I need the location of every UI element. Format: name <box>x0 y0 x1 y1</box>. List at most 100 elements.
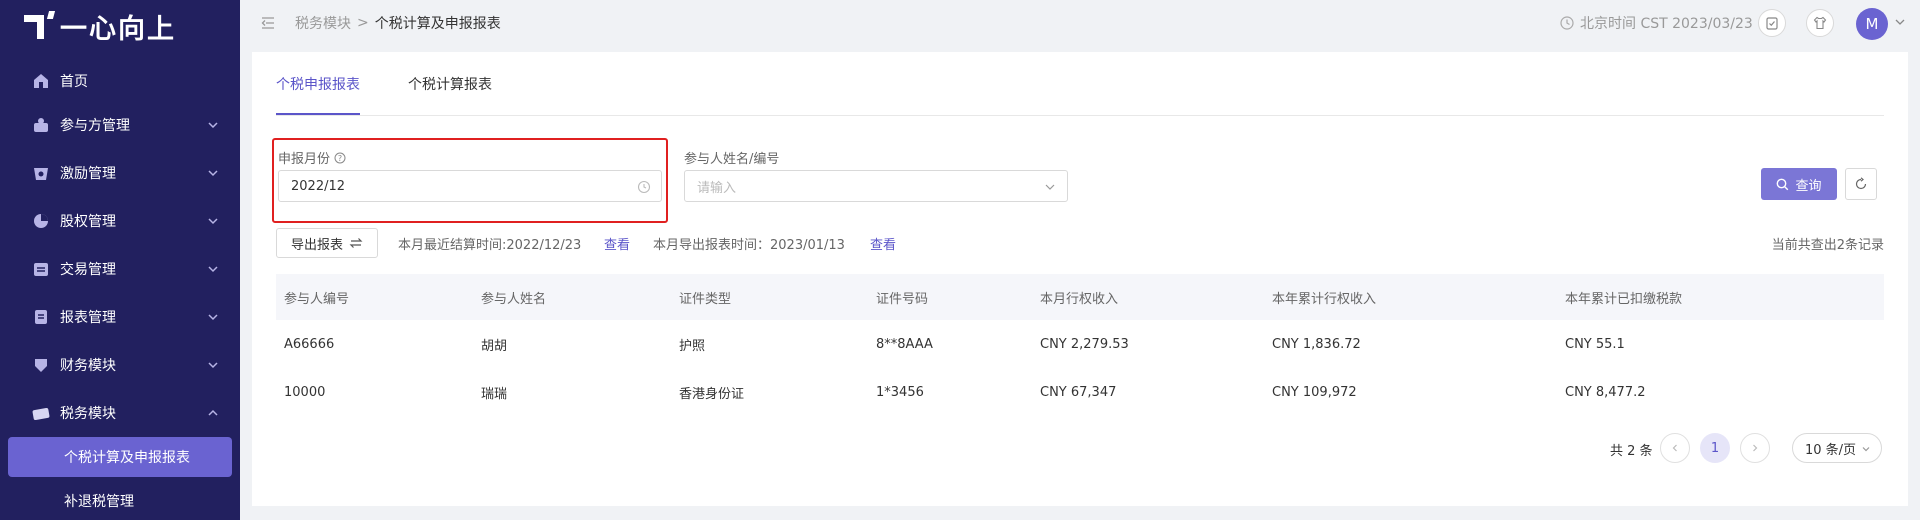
next-page-button[interactable] <box>1740 433 1770 463</box>
sidebar-item-home[interactable]: 首页 <box>0 61 240 101</box>
total-records-text: 当前共查出2条记录 <box>1771 238 1884 253</box>
chevron-down-icon <box>208 122 218 129</box>
view-settle-link[interactable]: 查看 <box>604 234 630 253</box>
time-label: 北京时间 CST 2023/03/23 <box>1580 16 1753 32</box>
main-card: 个税申报报表 个税计算报表 申报月份 ? 2022/12 参与人姓名/编号 请输… <box>252 52 1908 506</box>
sidebar-item-finance[interactable]: 财务模块 <box>0 345 240 385</box>
sidebar-item-label: 参与方管理 <box>60 118 130 134</box>
chevron-down-icon <box>208 362 218 369</box>
table-cell: CNY 8,477.2 <box>1565 384 1646 400</box>
avatar[interactable]: M <box>1856 8 1888 40</box>
logo-text: 一心向上 <box>60 13 176 45</box>
refresh-icon <box>1855 177 1867 190</box>
participant-icon <box>32 116 50 134</box>
table-cell: CNY 67,347 <box>1040 384 1117 400</box>
sidebar-item-label: 股权管理 <box>60 214 116 230</box>
help-icon[interactable]: ? <box>334 152 346 164</box>
pagination-total: 共 2 条 <box>1610 444 1653 459</box>
sidebar-subitem-label: 补退税管理 <box>64 494 134 510</box>
export-report-button[interactable]: 导出报表 <box>276 228 378 258</box>
search-icon <box>1777 178 1789 190</box>
view-export-link[interactable]: 查看 <box>870 234 896 253</box>
chevron-down-icon <box>208 170 218 177</box>
time-display: 北京时间 CST 2023/03/23 <box>1560 13 1753 33</box>
breadcrumb-separator-icon: > <box>357 15 369 31</box>
breadcrumb: 税务模块 > 个税计算及申报报表 <box>295 13 501 33</box>
svg-text:?: ? <box>338 154 342 163</box>
table-row[interactable]: 10000 瑞瑞 香港身份证 1*3456 CNY 67,347 CNY 109… <box>276 368 1884 416</box>
logo[interactable]: 一心向上 <box>24 8 176 45</box>
participant-select[interactable]: 请输入 <box>684 170 1068 202</box>
report-icon <box>32 308 50 326</box>
collapse-menu-icon[interactable] <box>260 15 276 31</box>
sidebar-item-incentive[interactable]: 激励管理 <box>0 153 240 193</box>
export-time-text: 本月导出报表时间：2023/01/13 <box>653 238 845 253</box>
column-header: 证件号码 <box>876 291 929 307</box>
table-cell: A66666 <box>284 336 335 352</box>
sidebar-item-report[interactable]: 报表管理 <box>0 297 240 337</box>
tab-tax-calculation[interactable]: 个税计算报表 <box>408 74 492 94</box>
tab-bar: 个税申报报表 个税计算报表 <box>276 52 1884 116</box>
table-header: 参与人编号 参与人姓名 证件类型 证件号码 本月行权收入 本年累计行权收入 本年… <box>276 274 1884 320</box>
table-cell: CNY 2,279.53 <box>1040 336 1129 352</box>
table-cell: CNY 55.1 <box>1565 336 1625 352</box>
table-cell: 10000 <box>284 384 326 400</box>
chevron-up-icon <box>208 409 218 416</box>
chevron-down-icon <box>208 218 218 225</box>
query-button[interactable]: 查询 <box>1761 168 1837 200</box>
settle-time-text: 本月最近结算时间:2022/12/23 <box>398 238 582 253</box>
table-cell: 1*3456 <box>876 384 924 400</box>
shirt-button[interactable] <box>1806 9 1834 37</box>
trade-icon <box>32 260 50 278</box>
pagination: 共 2 条 1 10 条/页 <box>252 433 1908 463</box>
reset-button[interactable] <box>1845 168 1877 200</box>
tax-report-table: 参与人编号 参与人姓名 证件类型 证件号码 本月行权收入 本年累计行权收入 本年… <box>276 274 1884 416</box>
equity-icon <box>32 212 50 230</box>
table-cell: 香港身份证 <box>679 386 745 402</box>
home-icon <box>32 72 50 90</box>
sidebar-subitem-tax-report[interactable]: 个税计算及申报报表 <box>8 437 232 477</box>
incentive-icon <box>32 164 50 182</box>
swap-icon <box>349 238 363 248</box>
sidebar-item-participant[interactable]: 参与方管理 <box>0 105 240 145</box>
chevron-down-icon[interactable] <box>1894 16 1906 28</box>
chevron-down-icon <box>208 314 218 321</box>
column-header: 本年累计已扣缴税款 <box>1565 291 1683 307</box>
breadcrumb-link[interactable]: 税务模块 <box>295 13 351 33</box>
tab-tax-declaration[interactable]: 个税申报报表 <box>276 74 360 94</box>
table-row[interactable]: A66666 胡胡 护照 8**8AAA CNY 2,279.53 CNY 1,… <box>276 320 1884 368</box>
breadcrumb-current: 个税计算及申报报表 <box>374 16 501 32</box>
participant-placeholder: 请输入 <box>697 180 737 196</box>
clipboard-check-icon <box>1766 17 1778 30</box>
table-cell: 胡胡 <box>481 338 508 354</box>
sidebar-item-trade[interactable]: 交易管理 <box>0 249 240 289</box>
task-button[interactable] <box>1758 9 1786 37</box>
query-label: 查询 <box>1795 178 1822 194</box>
sidebar-item-label: 交易管理 <box>60 262 116 278</box>
chevron-down-icon <box>1045 184 1055 190</box>
month-value: 2022/12 <box>291 178 346 194</box>
table-cell: 护照 <box>679 338 706 354</box>
participant-label-text: 参与人姓名/编号 <box>684 152 780 167</box>
sidebar-subitem-tax-refund[interactable]: 补退税管理 <box>0 481 240 520</box>
finance-icon <box>32 356 50 374</box>
month-picker[interactable]: 2022/12 <box>278 170 662 202</box>
chevron-down-icon <box>208 266 218 273</box>
topbar: 税务模块 > 个税计算及申报报表 北京时间 CST 2023/03/23 M <box>240 0 1920 46</box>
page-size-select[interactable]: 10 条/页 <box>1792 433 1882 463</box>
participant-label: 参与人姓名/编号 <box>684 148 779 167</box>
sidebar-item-tax[interactable]: 税务模块 <box>0 393 240 433</box>
column-header: 参与人编号 <box>284 291 350 307</box>
month-label: 申报月份 ? <box>278 148 346 167</box>
prev-page-button[interactable] <box>1660 433 1690 463</box>
sidebar-item-label: 报表管理 <box>60 310 116 326</box>
table-cell: 8**8AAA <box>876 336 933 352</box>
sidebar-item-equity[interactable]: 股权管理 <box>0 201 240 241</box>
logo-mark-icon <box>24 11 56 41</box>
sidebar-item-label: 首页 <box>60 74 88 90</box>
page-number-button[interactable]: 1 <box>1700 433 1730 463</box>
column-header: 本月行权收入 <box>1040 291 1119 307</box>
clock-icon <box>637 180 651 194</box>
table-cell: CNY 109,972 <box>1272 384 1357 400</box>
sidebar: 一心向上 首页 参与方管理 激励管理 股权管理 交易管理 报表管理 财务模块 税… <box>0 0 240 520</box>
